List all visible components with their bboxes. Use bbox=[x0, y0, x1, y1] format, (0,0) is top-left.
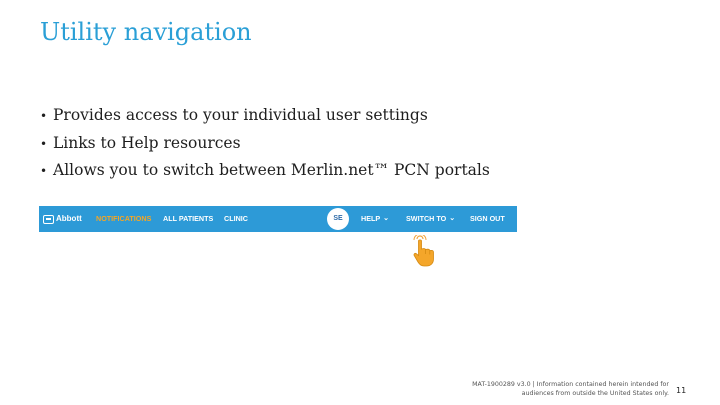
abbott-logo[interactable]: Abbott bbox=[43, 206, 82, 232]
bullet-marker: • bbox=[40, 164, 48, 178]
footer-disclaimer-line: audiences from outside the United States… bbox=[521, 389, 669, 397]
footer-disclaimer-line: MAT-1900289 v3.0 | Information contained… bbox=[472, 381, 669, 388]
hand-pointer-icon bbox=[413, 235, 434, 267]
bullet-text: Links to Help resources bbox=[53, 133, 241, 152]
utility-navigation-bar: Abbott NOTIFICATIONS ALL PATIENTS CLINIC… bbox=[39, 206, 517, 232]
sign-out-button[interactable]: SIGN OUT bbox=[470, 206, 505, 232]
logo-text: Abbott bbox=[56, 214, 82, 223]
footer-disclaimer: MAT-1900289 v3.0 | Information contained… bbox=[436, 381, 669, 398]
bullet-item: • Links to Help resources bbox=[40, 132, 490, 160]
bullet-item: • Provides access to your individual user… bbox=[40, 104, 490, 132]
bullet-marker: • bbox=[40, 136, 48, 151]
page-number: 11 bbox=[676, 386, 687, 395]
switch-to-menu-button[interactable]: SWITCH TO ⌄ bbox=[406, 206, 455, 232]
help-label: HELP bbox=[361, 214, 381, 223]
bullet-marker: • bbox=[40, 109, 48, 123]
bullet-list: • Provides access to your individual user… bbox=[40, 104, 490, 187]
abbott-logo-mark-icon bbox=[43, 214, 54, 224]
user-avatar-button[interactable]: SE bbox=[327, 208, 349, 230]
nav-item-notifications[interactable]: NOTIFICATIONS bbox=[96, 206, 151, 232]
switch-to-label: SWITCH TO bbox=[406, 214, 447, 223]
nav-item-clinic[interactable]: CLINIC bbox=[224, 206, 248, 232]
bullet-item: • Allows you to switch between Merlin.net… bbox=[40, 159, 490, 187]
bullet-text: Allows you to switch between Merlin.net™… bbox=[53, 161, 490, 179]
bullet-text: Provides access to your individual user … bbox=[53, 106, 428, 124]
chevron-down-icon: ⌄ bbox=[383, 215, 390, 222]
slide-title: Utility navigation bbox=[40, 18, 252, 46]
help-menu-button[interactable]: HELP ⌄ bbox=[361, 206, 389, 232]
nav-item-all-patients[interactable]: ALL PATIENTS bbox=[163, 206, 213, 232]
chevron-down-icon: ⌄ bbox=[449, 215, 456, 222]
